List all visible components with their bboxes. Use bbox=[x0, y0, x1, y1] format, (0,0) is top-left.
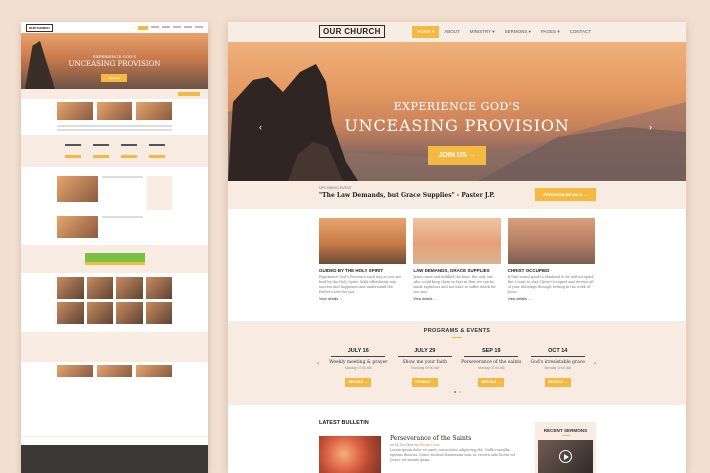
card-text: Experience God's Presence each day as yo… bbox=[319, 275, 402, 294]
program-details-button[interactable]: DETAILS → bbox=[411, 378, 438, 387]
hero-title: UNCEASING PROVISION bbox=[344, 116, 570, 135]
preview-hero-title: UNCEASING PROVISION bbox=[68, 60, 161, 68]
nav-item-about[interactable]: ABOUT bbox=[439, 26, 465, 38]
program-date: OCT 14 bbox=[548, 348, 568, 354]
preview-donation bbox=[21, 245, 208, 273]
event-title: "The Law Demands, but Grace Supplies" - … bbox=[319, 192, 495, 199]
preview-cards bbox=[21, 99, 208, 123]
preview-subscribe bbox=[21, 436, 208, 445]
program-date: SEP 19 bbox=[481, 348, 501, 354]
card-title: LAW DEMANDS, GRACE SUPPLIES bbox=[413, 268, 490, 273]
program-name: God's irresistable grace bbox=[530, 360, 585, 365]
feature-card: GUIDED BY THE HOLY SPIRIT Experience God… bbox=[319, 218, 407, 301]
preview-bulletin-2 bbox=[21, 213, 208, 241]
title-underline bbox=[452, 337, 462, 338]
preview-logo: OUR CHURCH bbox=[26, 23, 53, 32]
sermon-video-thumbnail[interactable] bbox=[538, 440, 593, 473]
bulletin-image[interactable] bbox=[319, 436, 381, 473]
preview-gallery bbox=[21, 273, 208, 328]
latest-bulletin-section: LATEST BULLETIN Perseverance of the Sain… bbox=[228, 405, 686, 473]
feature-card: CHRIST OCCUPIED If that sound good to Ma… bbox=[507, 218, 595, 301]
card-text: Jesus came and fulfilled the laws, the o… bbox=[413, 275, 496, 294]
card-image bbox=[507, 218, 595, 264]
program-details-button[interactable]: PROGRAM DETAILS → bbox=[535, 188, 596, 201]
nav-item-contact[interactable]: CONTACT bbox=[565, 26, 596, 38]
view-details-link[interactable]: View details → bbox=[319, 297, 406, 301]
preview-ministries bbox=[21, 362, 208, 380]
hero-subtitle: EXPERIENCE GOD'S bbox=[393, 100, 521, 113]
preview-hero-subtitle: EXPERIENCE GOD'S bbox=[92, 54, 137, 59]
program-time: Monday 07:00 AM bbox=[477, 366, 505, 370]
program-name: Weekly meeting & prayer bbox=[329, 360, 388, 365]
programs-list: JULY 16 Weekly meeting & prayer Monday 0… bbox=[325, 348, 591, 388]
card-image bbox=[413, 218, 501, 264]
program-name: Perseverance of the saints bbox=[461, 360, 522, 365]
program-time: Thursday 09:00 AM bbox=[410, 366, 440, 370]
post-author-link[interactable]: Steward Jobs bbox=[419, 443, 440, 447]
view-details-link[interactable]: View details → bbox=[413, 297, 500, 301]
feature-cards: GUIDED BY THE HOLY SPIRIT Experience God… bbox=[319, 218, 595, 301]
navbar: OUR CHURCH HOME ▾ ABOUT MINISTRY ▾ SERMO… bbox=[228, 22, 686, 42]
programs-title: PROGRAMS & EVENTS bbox=[423, 328, 491, 334]
program-item: JULY 16 Weekly meeting & prayer Monday 0… bbox=[325, 348, 392, 388]
bulletin-post-meta: on 15 Jun Olive by Steward Jobs bbox=[390, 443, 440, 447]
event-label: UPCOMING EVENT bbox=[319, 186, 352, 190]
preview-join-button: JOIN US bbox=[101, 74, 127, 82]
program-item: OCT 14 God's irresistable grace Monday 1… bbox=[525, 348, 592, 388]
post-meta-prefix: on 15 Jun Olive by bbox=[390, 443, 420, 447]
programs-prev-arrow[interactable]: ‹ bbox=[317, 361, 319, 367]
site-logo[interactable]: OUR CHURCH bbox=[319, 25, 385, 38]
card-image bbox=[319, 218, 407, 264]
preview-event-strip bbox=[21, 89, 208, 99]
join-us-button[interactable]: JOIN US → bbox=[428, 146, 486, 165]
preview-bulletin bbox=[21, 173, 208, 213]
preview-hero: EXPERIENCE GOD'S UNCEASING PROVISION JOI… bbox=[21, 33, 208, 89]
preview-navbar: OUR CHURCH bbox=[21, 22, 208, 33]
program-details-button[interactable]: DETAILS → bbox=[544, 378, 571, 387]
feature-card: LAW DEMANDS, GRACE SUPPLIES Jesus came a… bbox=[413, 218, 501, 301]
preview-footer bbox=[21, 445, 208, 473]
nav-item-ministry[interactable]: MINISTRY ▾ bbox=[465, 26, 500, 38]
sermons-title: RECENT SERMONS bbox=[543, 428, 588, 433]
preview-menu bbox=[138, 25, 203, 30]
program-item: SEP 19 Perseverance of the saints Monday… bbox=[458, 348, 525, 388]
title-underline bbox=[561, 435, 570, 436]
programs-events-section: PROGRAMS & EVENTS ‹ › JULY 16 Weekly mee… bbox=[228, 321, 686, 405]
hero-slider: ‹ › EXPERIENCE GOD'S UNCEASING PROVISION… bbox=[228, 42, 686, 181]
bulletin-post-excerpt: Lorem ipsum dolor sit amet, consectetur … bbox=[390, 448, 517, 462]
program-time: Monday 07:00 AM bbox=[344, 366, 372, 370]
nav-item-pages[interactable]: PAGES ▾ bbox=[536, 26, 565, 38]
program-date: JULY 16 bbox=[347, 348, 369, 354]
program-name: Show me your faith bbox=[402, 360, 448, 365]
program-details-button[interactable]: DETAILS → bbox=[478, 378, 505, 387]
full-page-preview: OUR CHURCH EXPERIENCE GOD'S UNCEASING PR… bbox=[21, 22, 208, 473]
view-details-link[interactable]: View details → bbox=[508, 297, 595, 301]
homepage: OUR CHURCH HOME ▾ ABOUT MINISTRY ▾ SERMO… bbox=[228, 22, 686, 473]
card-title: CHRIST OCCUPIED bbox=[507, 268, 550, 273]
nav-item-sermons[interactable]: SERMONS ▾ bbox=[500, 26, 536, 38]
card-text: If that sound good to Mankind to be self… bbox=[507, 275, 595, 294]
program-details-button[interactable]: DETAILS → bbox=[345, 378, 372, 387]
program-item: JULY 29 Show me your faith Thursday 09:0… bbox=[392, 348, 459, 388]
programs-pagination[interactable] bbox=[454, 391, 461, 393]
main-menu: HOME ▾ ABOUT MINISTRY ▾ SERMONS ▾ PAGES … bbox=[412, 26, 596, 38]
program-time: Monday 10:00 AM bbox=[544, 366, 572, 370]
nav-item-home[interactable]: HOME ▾ bbox=[412, 26, 440, 38]
upcoming-event-bar: UPCOMING EVENT "The Law Demands, but Gra… bbox=[228, 181, 686, 209]
preview-testimonial bbox=[21, 332, 208, 362]
bulletin-title: LATEST BULLETIN bbox=[319, 420, 369, 426]
card-title: GUIDED BY THE HOLY SPIRIT bbox=[319, 268, 384, 273]
recent-sermons-widget: RECENT SERMONS bbox=[535, 422, 596, 473]
bulletin-post-title[interactable]: Perseverance of the Saints bbox=[390, 435, 471, 442]
program-date: JULY 29 bbox=[414, 348, 436, 354]
play-icon[interactable] bbox=[559, 450, 572, 463]
programs-next-arrow[interactable]: › bbox=[594, 361, 596, 367]
preview-programs bbox=[21, 135, 208, 167]
